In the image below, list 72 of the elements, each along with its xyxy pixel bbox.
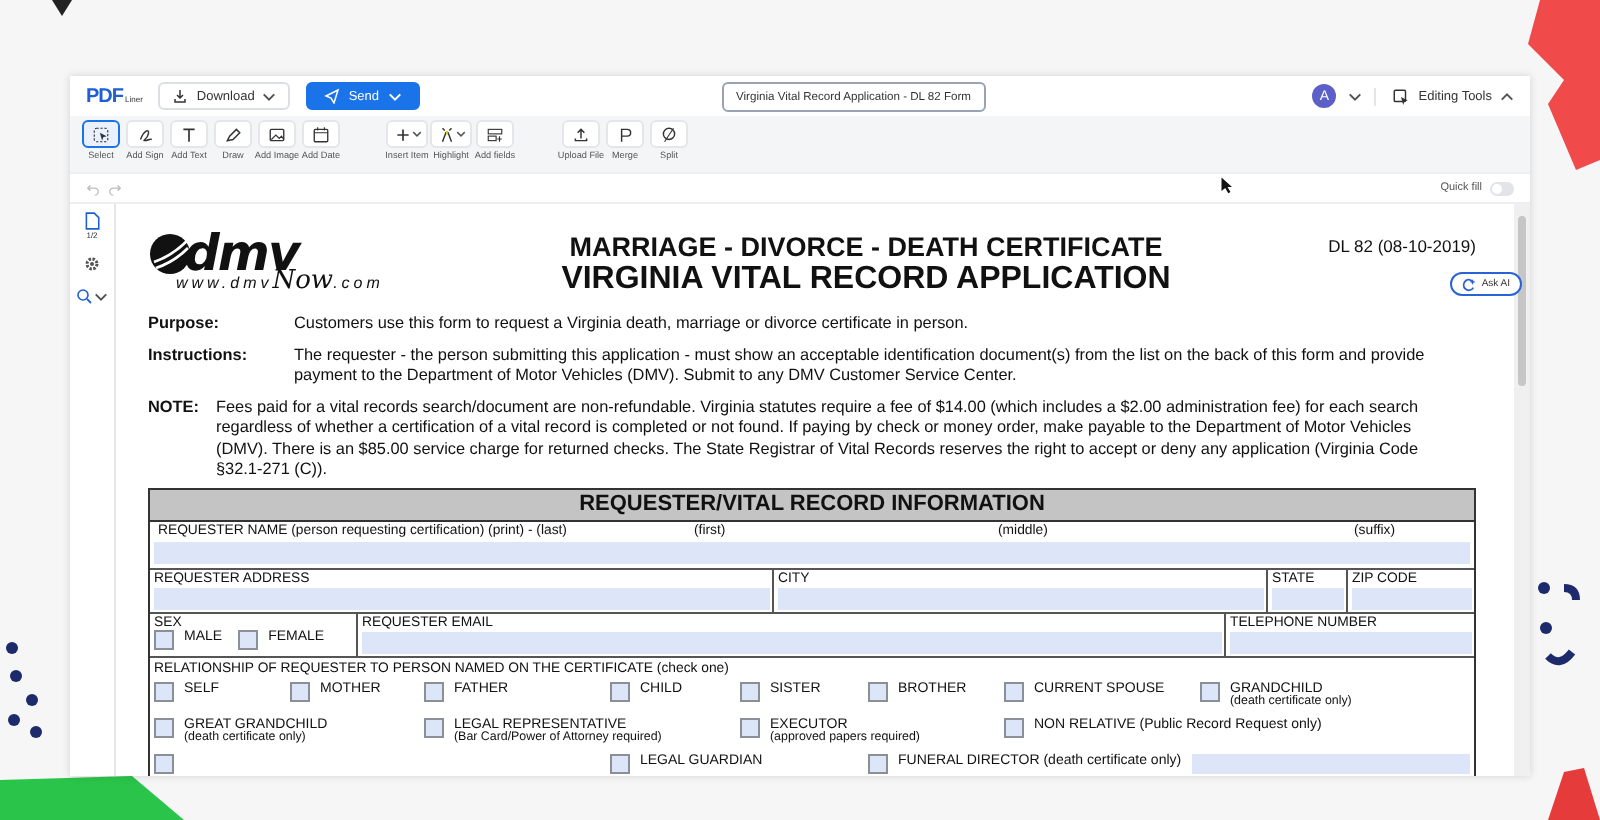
checkbox[interactable] [610,753,630,773]
input-field[interactable] [778,587,1264,609]
download-icon [172,88,189,104]
checkbox[interactable] [424,681,444,701]
redo-icon [108,181,122,195]
settings-icon [84,256,100,272]
paragraph-text: Customers use this form to request a Virginia death, marriage or divorce certificate in person. [294,314,971,335]
paragraph-text: The requester - the person submitting this application - must show an acceptable identification document(s) from the list on the back of this form and provide payment to the Department of Motor Vehicles (DMV). Submit to any DMV Customer Service Center. [294,345,1427,387]
undo-icon [86,181,100,195]
caret-icon [387,91,402,101]
logo-now-text: Now [272,270,334,294]
input-field[interactable] [154,587,770,609]
fields-icon [486,125,504,143]
pencil-icon [224,125,242,143]
checkbox[interactable] [424,717,444,737]
logo-domain-text: .com [333,274,384,292]
zoom-icon [76,288,92,304]
plus-icon [393,125,411,143]
signature-icon [136,125,154,143]
checkbox[interactable] [1200,681,1220,701]
form-subtitle: VIRGINIA VITAL RECORD APPLICATION [559,262,1173,296]
input-field[interactable] [1191,753,1470,773]
pin-drawing [52,0,72,16]
mouse-pointer-icon [1220,176,1232,194]
section-header: REQUESTER/VITAL RECORD INFORMATION [150,489,1474,521]
name-input-field[interactable] [154,541,1470,563]
page-icon [84,212,100,230]
checkbox[interactable] [1004,681,1024,701]
caret-icon [262,91,277,101]
checkbox[interactable] [868,681,888,701]
caret-icon [411,130,421,138]
checkbox[interactable] [238,629,259,649]
logo-url-text: www.dmv [176,274,273,292]
form-title: MARRIAGE - DIVORCE - DEATH CERTIFICATE [567,232,1165,262]
calendar-icon [312,125,330,143]
input-field[interactable] [1272,587,1344,609]
checkbox[interactable] [290,681,310,701]
select-icon [92,125,110,143]
input-field[interactable] [1352,587,1472,609]
caret-icon [1348,91,1363,101]
ai-icon [1461,277,1476,291]
checkbox[interactable] [740,717,760,737]
checkbox[interactable] [610,681,630,701]
phone-input-field[interactable] [1230,631,1472,653]
checkbox[interactable] [740,681,760,701]
highlighter-icon [437,125,455,143]
checkbox[interactable] [154,681,174,701]
paragraph-text: Fees paid for a vital records search/document are non-refundable. Virginia statutes require a fee of $14.00 (which includes a $2.00 administration fee) for each search regardless of whether a certification of a vital record is completed or not found. If paying by check or money order, make payable to the Department of Motor Vehicles (DMV). There is an $85.00 service charge for returned checks. The State Registrar of Vital Records reserves the right to accept or deny any application (Virginia Code §32.1-271 (C)). [216,397,1421,481]
form-number: DL 82 (08-10-2019) [1326,236,1476,256]
upload-icon [572,125,590,143]
checkbox[interactable] [1004,717,1024,737]
caret-icon [94,291,108,301]
tool-button[interactable] [82,120,120,148]
editing-tools-icon [1392,87,1411,105]
email-input-field[interactable] [362,631,1222,653]
caret-icon [455,130,465,138]
app-logo: PDF [86,85,123,107]
checkbox[interactable] [154,629,174,649]
caret-icon [1500,91,1514,101]
image-icon [268,125,286,143]
quick-fill-toggle[interactable] [1490,181,1514,195]
send-icon [324,88,341,104]
paragraph-label: Purpose: [148,314,221,335]
checkbox[interactable] [868,753,888,773]
checkbox[interactable] [154,717,174,737]
scrollbar[interactable] [1514,204,1530,776]
checkbox[interactable] [154,753,174,773]
merge-icon [616,125,634,143]
paragraph-label: NOTE: [148,397,201,419]
split-icon [660,125,678,143]
text-icon [180,125,198,143]
paragraph-label: Instructions: [148,345,250,367]
